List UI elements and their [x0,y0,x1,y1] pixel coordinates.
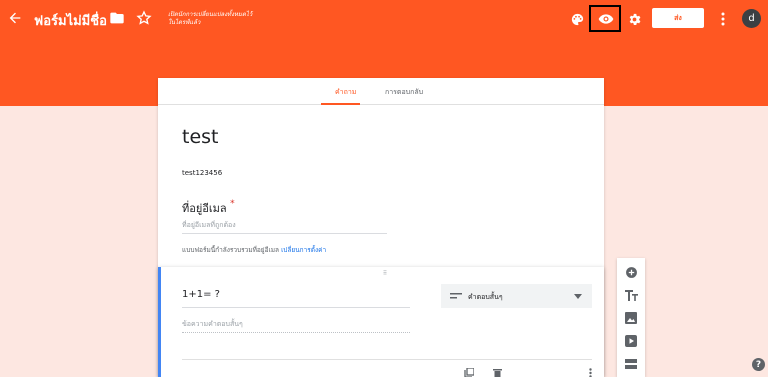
save-notice-line: เปิดนักการเปลี่ยนแปลงทั้งหมดไว้ [168,11,253,18]
form-name[interactable]: ฟอร์มไม่มีชื่อ [34,10,107,31]
email-field[interactable]: ที่อยู่อีเมลที่ถูกต้อง [182,220,387,234]
gear-icon[interactable] [625,10,643,28]
short-answer-field: ข้อความคำตอบสั้นๆ [182,319,410,333]
tab-responses[interactable]: การตอบกลับ [385,87,423,98]
email-note-text: แบบฟอร์มนี้กำลังรวบรวมที่อยู่อีเมล [182,246,279,254]
palette-icon[interactable] [568,10,586,28]
star-icon[interactable] [135,9,153,27]
eye-icon[interactable] [598,11,614,27]
add-title-icon[interactable] [623,287,639,303]
help-button[interactable]: ? [752,358,765,371]
chevron-down-icon [573,292,582,300]
add-video-icon[interactable] [623,333,639,349]
back-arrow-icon[interactable] [6,9,24,27]
add-section-icon[interactable] [623,356,639,372]
avatar[interactable]: d [742,9,761,28]
drag-handle[interactable]: ⠿ [379,271,391,277]
trash-icon[interactable] [491,368,503,377]
save-notice-line: ในไดรฟ์แล้ว [168,19,201,26]
save-notice: เปิดนักการเปลี่ยนแปลงทั้งหมดไว้ ในไดรฟ์แ… [168,11,252,27]
question-more-icon[interactable] [586,368,594,377]
form-description[interactable]: test123456 [182,169,222,177]
preview-highlight [589,5,621,32]
more-vert-icon[interactable] [717,10,729,28]
tab-bar: คำถาม การตอบกลับ [158,78,604,105]
form-title[interactable]: test [182,126,219,148]
active-tab-indicator [321,103,360,105]
add-item-toolbar [617,258,645,377]
email-label-text: ที่อยู่อีเมล [182,202,227,215]
card-divider [182,359,592,360]
question-type-select[interactable]: คำตอบสั้นๆ [441,284,592,308]
duplicate-icon[interactable] [463,368,475,377]
question-card[interactable]: ⠿ 1+1= ? ข้อความคำตอบสั้นๆ คำตอบสั้นๆ [158,267,604,377]
email-collection-note: แบบฟอร์มนี้กำลังรวบรวมที่อยู่อีเมล เปลี่… [182,245,326,255]
tab-questions[interactable]: คำถาม [335,87,356,98]
folder-icon[interactable] [108,9,126,27]
question-type-label: คำตอบสั้นๆ [468,293,503,301]
email-question-label: ที่อยู่อีเมล * [182,199,235,217]
change-settings-link[interactable]: เปลี่ยนการตั้งค่า [281,246,326,254]
add-question-icon[interactable] [623,264,639,280]
add-image-icon[interactable] [623,310,639,326]
question-title-input[interactable]: 1+1= ? [182,289,410,308]
short-text-icon [450,291,462,301]
required-mark: * [230,199,235,209]
send-button[interactable]: ส่ง [652,8,704,28]
